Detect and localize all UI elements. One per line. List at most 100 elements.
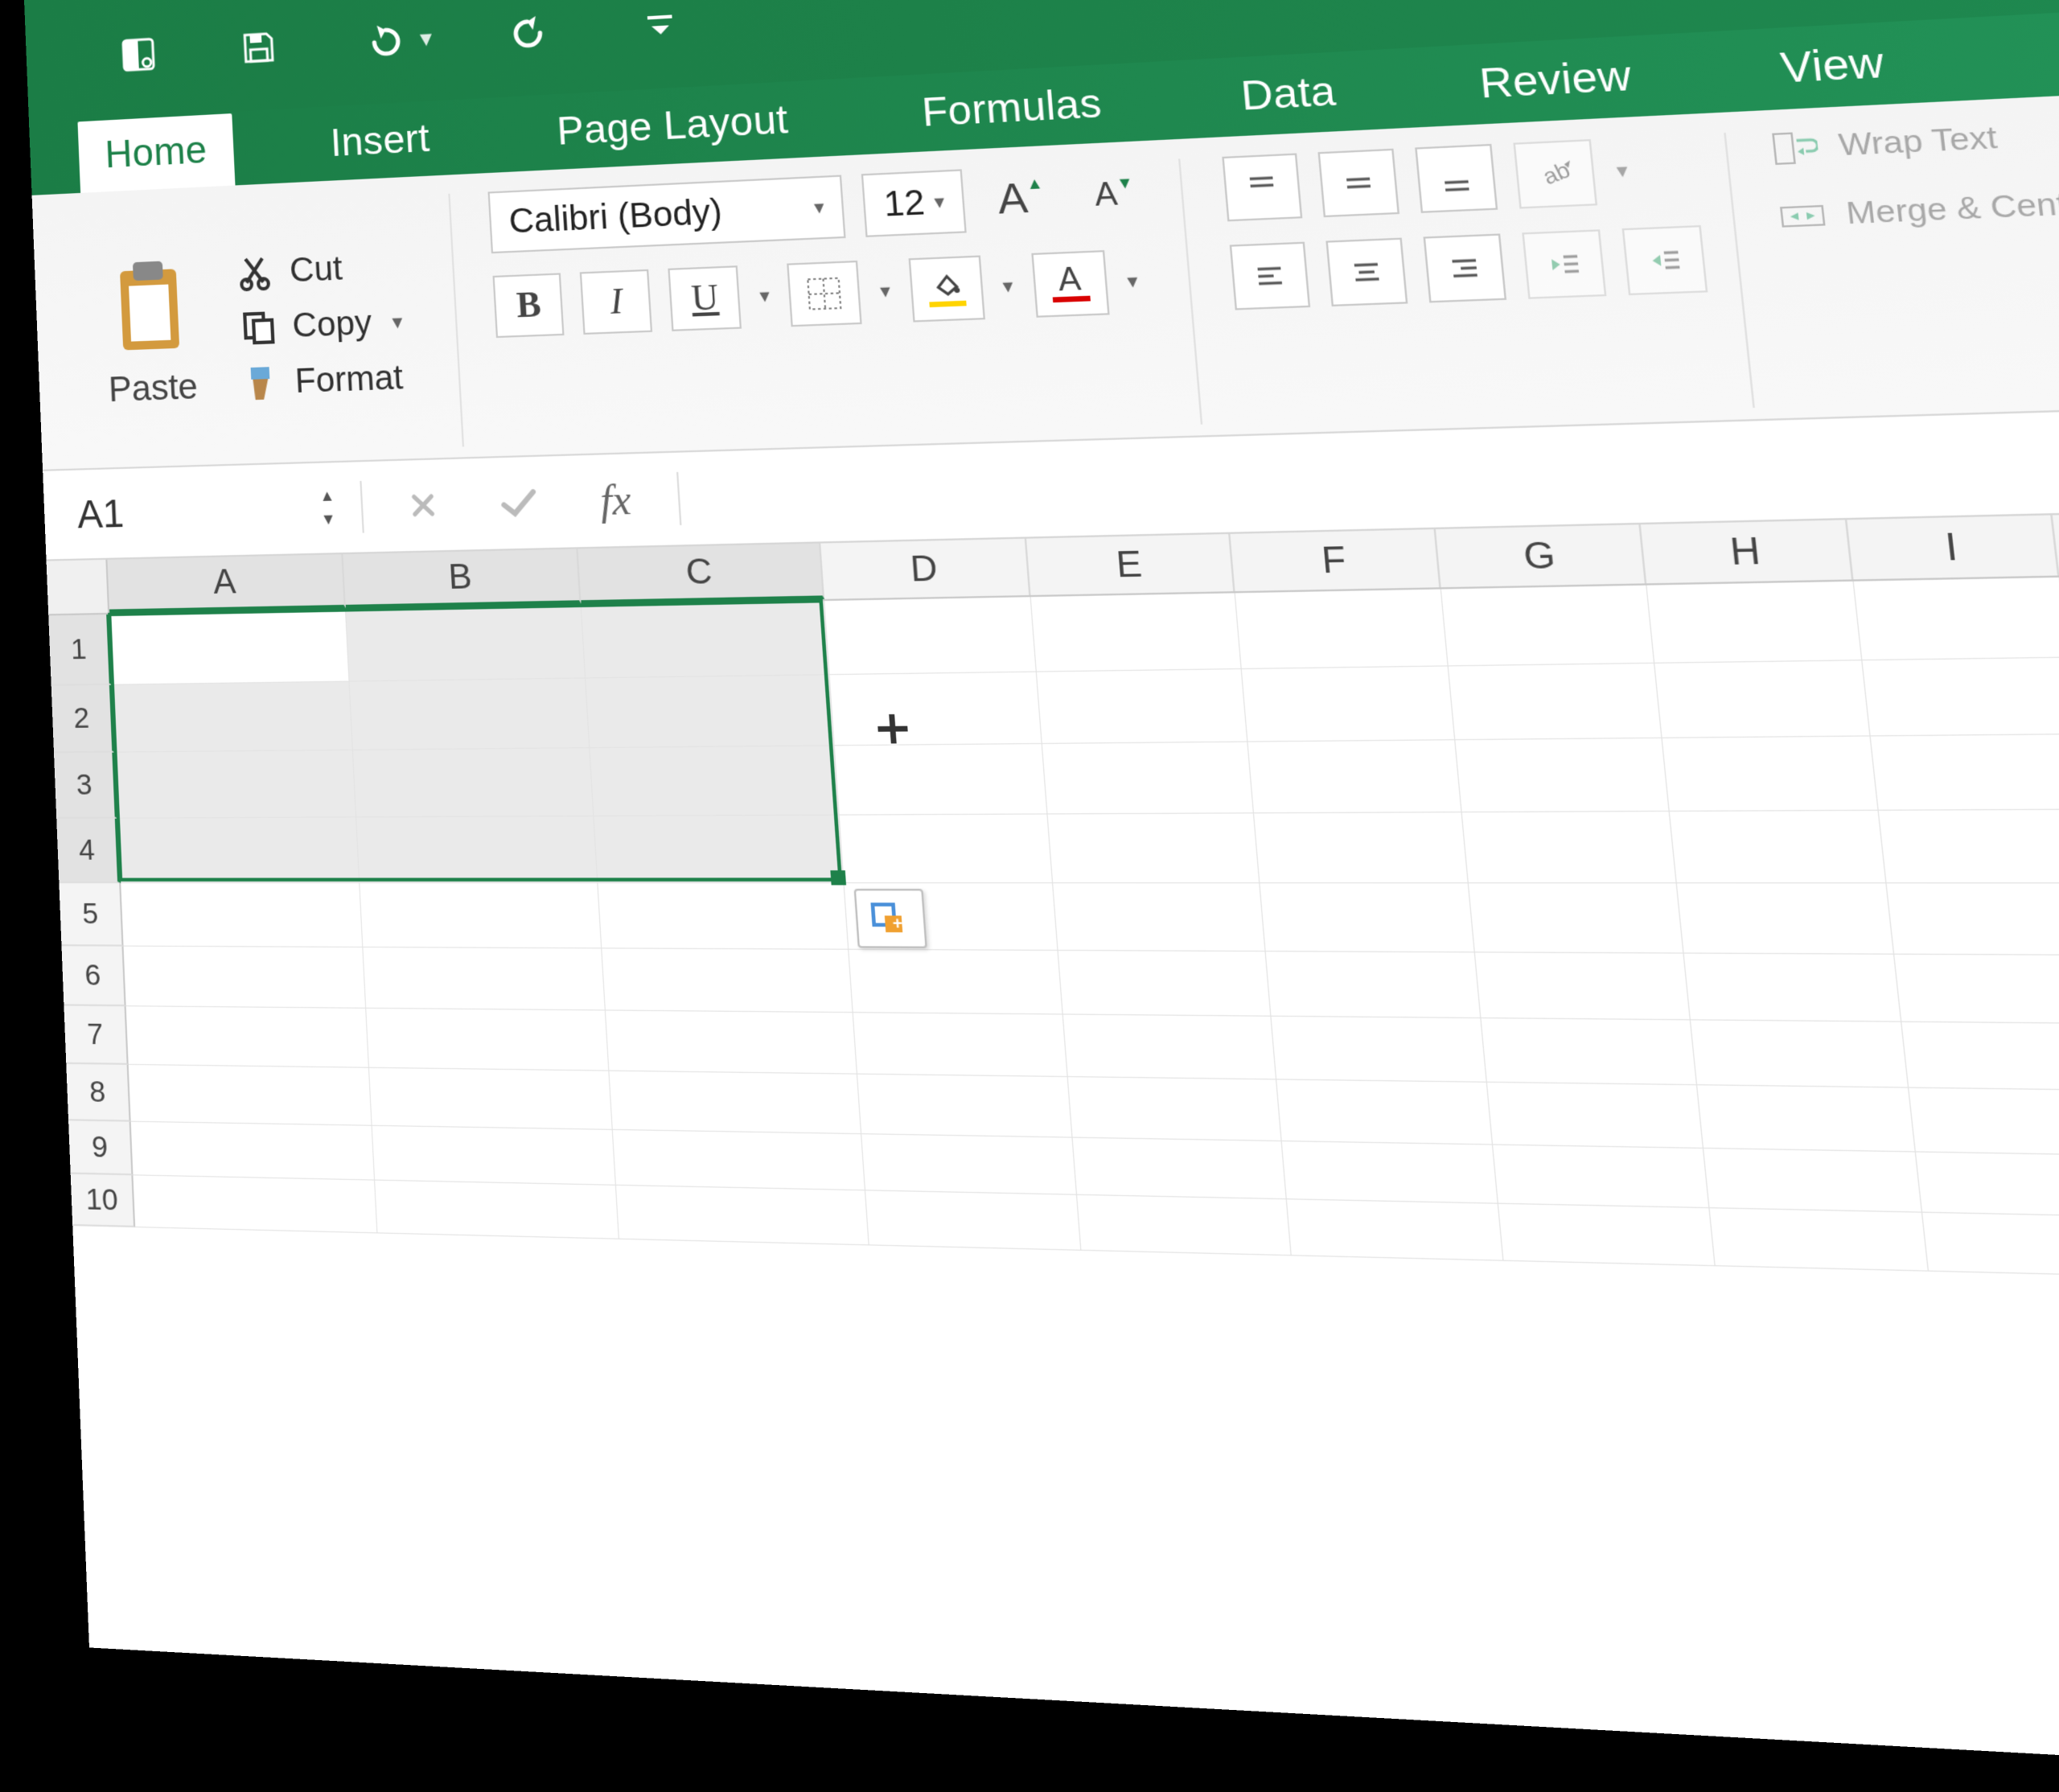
shrink-font-button[interactable]: A▼ [1075, 160, 1154, 228]
cell[interactable] [1697, 1085, 1916, 1152]
row-header[interactable]: 2 [51, 685, 116, 754]
tab-formulas[interactable]: Formulas [890, 65, 1135, 153]
font-size-combo[interactable]: 12 ▾ [861, 169, 967, 237]
cell[interactable] [1235, 590, 1449, 670]
cut-button[interactable]: Cut [236, 247, 400, 292]
column-header[interactable]: A [107, 554, 345, 613]
cell[interactable] [133, 1175, 377, 1233]
row-header[interactable]: 9 [68, 1120, 133, 1175]
cell[interactable] [1647, 582, 1863, 664]
cell[interactable] [840, 815, 1053, 884]
tab-data[interactable]: Data [1207, 52, 1370, 138]
cell[interactable] [853, 1013, 1068, 1077]
cell[interactable] [366, 1009, 609, 1071]
cell[interactable] [1048, 813, 1260, 883]
tab-review[interactable]: Review [1445, 36, 1667, 125]
cell[interactable] [857, 1075, 1073, 1138]
cell[interactable] [372, 1126, 616, 1186]
copy-button[interactable]: Copy ▾ [240, 302, 404, 347]
cell[interactable] [1287, 1199, 1504, 1261]
paste-button[interactable]: Paste [72, 204, 231, 458]
underline-button[interactable]: U [668, 265, 742, 331]
cell[interactable] [118, 817, 360, 883]
cell[interactable] [113, 682, 353, 753]
cell[interactable] [1654, 660, 1870, 738]
column-header[interactable]: F [1231, 529, 1441, 591]
cell[interactable] [1053, 883, 1266, 951]
cell[interactable] [1482, 1018, 1698, 1085]
cells-area[interactable]: + [109, 573, 2059, 1282]
cell[interactable] [613, 1130, 865, 1190]
save-icon[interactable] [234, 23, 283, 72]
row-header[interactable]: 3 [54, 753, 118, 819]
cell[interactable] [606, 1011, 857, 1075]
cell[interactable] [594, 816, 844, 883]
grow-font-button[interactable]: A▲ [982, 165, 1059, 232]
cell[interactable] [1266, 951, 1482, 1018]
cell[interactable] [1031, 593, 1242, 672]
formula-input[interactable] [707, 450, 2059, 498]
fill-dropdown-icon[interactable]: ▾ [1002, 274, 1014, 298]
undo-icon[interactable] [356, 15, 406, 65]
cancel-formula-button[interactable] [388, 487, 458, 524]
row-header[interactable]: 7 [64, 1006, 128, 1065]
format-painter-button[interactable]: Format [242, 358, 406, 402]
tab-insert[interactable]: Insert [302, 101, 459, 182]
cell[interactable] [1684, 954, 1902, 1022]
cell[interactable] [861, 1134, 1077, 1195]
row-header[interactable]: 8 [66, 1064, 130, 1122]
cell[interactable] [1887, 883, 2059, 956]
cell[interactable] [1862, 658, 2059, 737]
cell[interactable] [115, 750, 356, 819]
align-middle-button[interactable] [1318, 149, 1400, 217]
cell[interactable] [109, 610, 349, 684]
merge-center-button[interactable]: Merge & Center ▾ [1778, 183, 2059, 235]
cell[interactable] [1894, 955, 2059, 1024]
column-header[interactable]: C [578, 544, 825, 604]
cell[interactable] [126, 1006, 369, 1068]
increase-indent-button[interactable] [1622, 225, 1708, 295]
cell[interactable] [1455, 738, 1669, 812]
cell[interactable] [1493, 1145, 1709, 1209]
customize-qat-icon[interactable] [634, 0, 686, 49]
cell[interactable] [124, 947, 367, 1009]
name-box-spinner[interactable]: ▲▼ [319, 487, 337, 528]
tab-view[interactable]: View [1745, 23, 1922, 111]
row-header[interactable]: 4 [56, 819, 121, 883]
cell[interactable] [1487, 1083, 1704, 1149]
cell[interactable] [1879, 810, 2059, 884]
cell[interactable] [1854, 577, 2059, 660]
cell[interactable] [1276, 1080, 1493, 1145]
tab-home[interactable]: Home [77, 113, 235, 193]
cell[interactable] [363, 947, 606, 1010]
fill-color-button[interactable] [908, 256, 984, 323]
redo-icon[interactable] [508, 6, 559, 57]
cell[interactable] [1260, 883, 1474, 952]
cell[interactable] [1058, 951, 1272, 1017]
cell[interactable] [1037, 669, 1248, 744]
wrap-text-button[interactable]: Wrap Text [1771, 113, 2059, 166]
borders-button[interactable] [787, 261, 862, 327]
align-right-button[interactable] [1424, 233, 1507, 302]
cell[interactable] [1704, 1149, 1922, 1213]
cell[interactable] [598, 883, 849, 950]
cell[interactable] [1073, 1138, 1287, 1200]
cell[interactable] [1272, 1017, 1487, 1083]
align-left-button[interactable] [1230, 242, 1310, 310]
undo-dropdown-icon[interactable]: ▾ [419, 23, 433, 51]
cell[interactable] [835, 744, 1048, 816]
column-header[interactable]: I [1847, 515, 2059, 579]
cell[interactable] [830, 672, 1042, 746]
cell[interactable] [1441, 586, 1654, 667]
cell[interactable] [1475, 952, 1691, 1020]
cell[interactable] [609, 1071, 861, 1135]
column-header[interactable]: E [1026, 534, 1235, 595]
cell[interactable] [824, 597, 1037, 675]
cell[interactable] [121, 883, 363, 947]
cell[interactable] [131, 1122, 375, 1181]
column-header[interactable]: B [343, 549, 581, 608]
font-color-dropdown-icon[interactable]: ▾ [1126, 269, 1138, 294]
cell[interactable] [1077, 1195, 1292, 1256]
quick-analysis-button[interactable]: + [854, 889, 927, 948]
cell[interactable] [616, 1186, 869, 1246]
